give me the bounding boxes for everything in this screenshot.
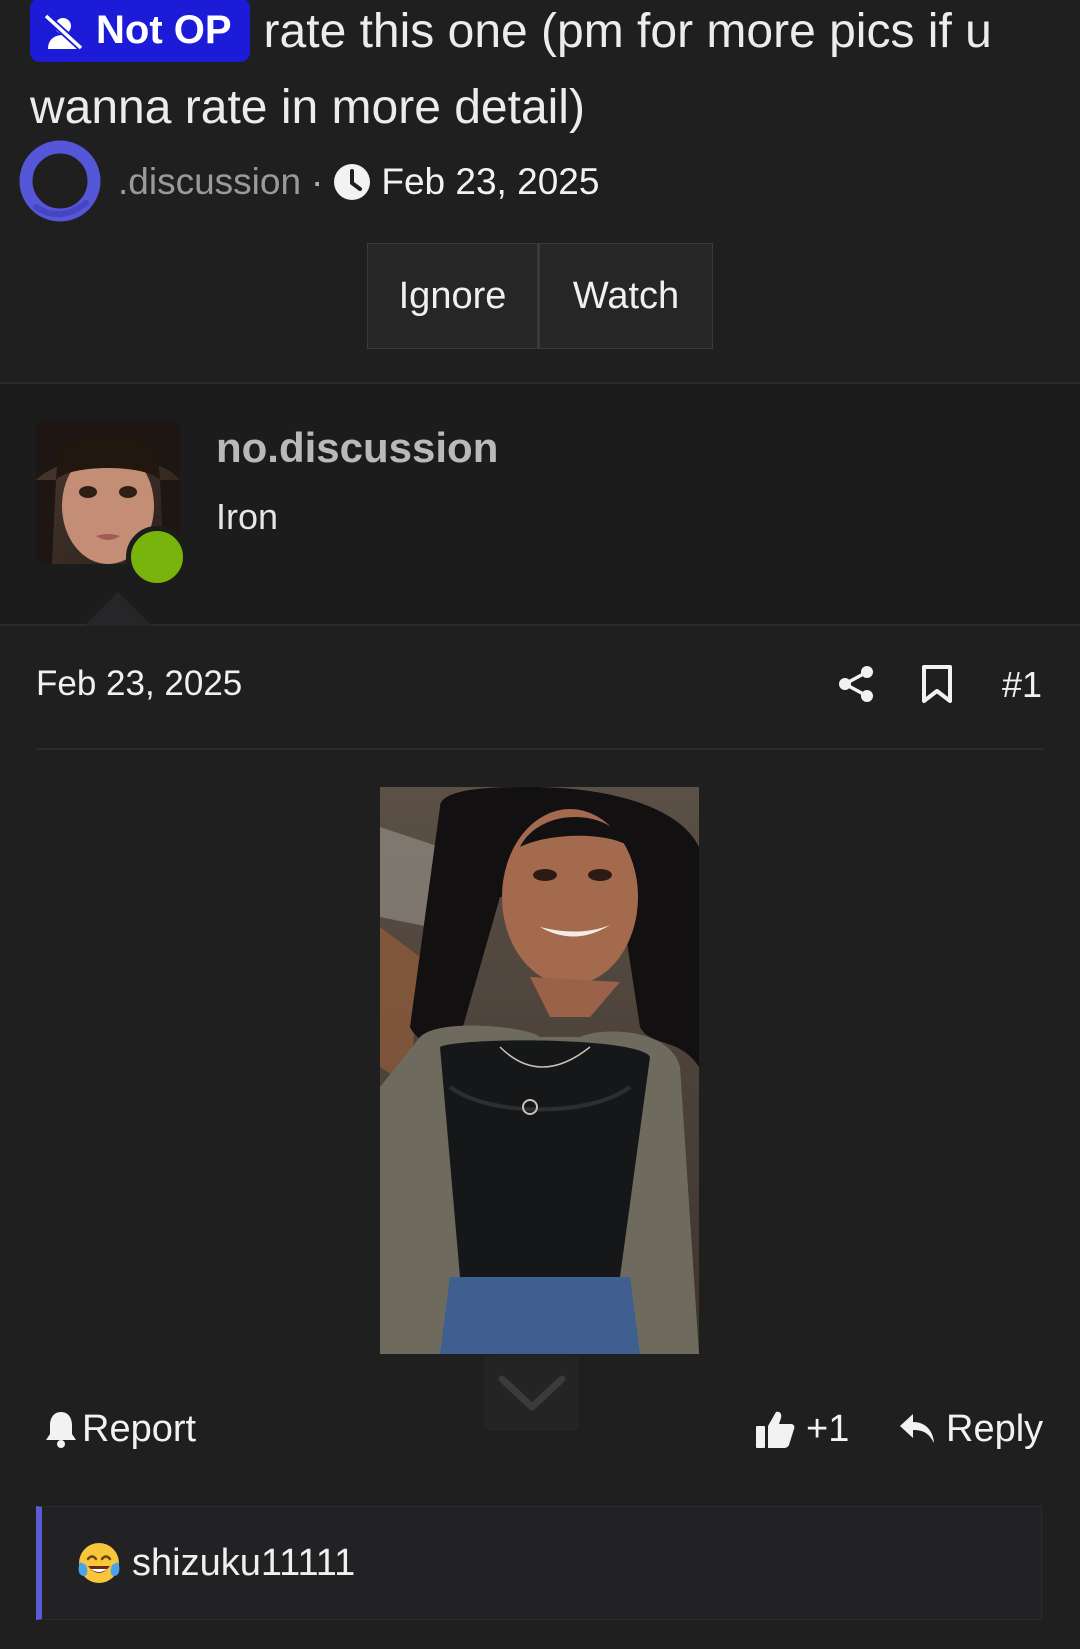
reply-label: Reply [946, 1407, 1044, 1450]
expand-content-button[interactable] [484, 1355, 579, 1431]
watch-button[interactable]: Watch [538, 243, 713, 349]
user-slash-icon [43, 13, 84, 51]
author-avatar[interactable] [16, 137, 106, 227]
meta-separator: · [311, 161, 324, 202]
thumbs-up-icon [756, 1411, 795, 1448]
thread-actions: Ignore Watch [367, 243, 713, 349]
reactions-bar[interactable]: shizuku11111 [36, 1506, 1042, 1620]
like-count: +1 [806, 1407, 850, 1450]
chevron-down-icon [498, 1375, 565, 1411]
message-pointer [84, 592, 152, 626]
username[interactable]: no.discussion [216, 424, 498, 472]
post-photo [380, 787, 699, 1354]
post-date[interactable]: Feb 23, 2025 [36, 664, 242, 704]
post-image[interactable] [380, 787, 699, 1354]
bookmark-icon[interactable] [920, 664, 954, 704]
like-button[interactable]: +1 [754, 1404, 849, 1454]
prefix-label: Not OP [96, 8, 232, 52]
reply-button[interactable]: Reply [898, 1404, 1043, 1454]
report-label: Report [82, 1407, 197, 1450]
thread-meta: .discussion · Feb 23, 2025 [16, 136, 1016, 228]
reaction-user[interactable]: shizuku11111 [132, 1542, 355, 1585]
joy-tears-icon [78, 1543, 120, 1583]
user-title: Iron [216, 496, 279, 537]
post-number[interactable]: #1 [1002, 664, 1042, 706]
thread-title: Not OP rate this one (pm for more pics if… [30, 0, 1060, 146]
bell-icon [46, 1412, 76, 1448]
clock-icon [334, 164, 371, 200]
online-status-indicator [126, 526, 188, 588]
post-header-divider [36, 748, 1044, 750]
report-button[interactable]: Report [44, 1404, 196, 1454]
thread-date[interactable]: Feb 23, 2025 [381, 161, 599, 203]
share-icon[interactable] [836, 664, 876, 704]
reply-icon [900, 1414, 934, 1443]
prefix-badge[interactable]: Not OP [30, 0, 250, 62]
thread-author[interactable]: .discussion [118, 161, 301, 203]
ignore-button[interactable]: Ignore [367, 243, 538, 349]
